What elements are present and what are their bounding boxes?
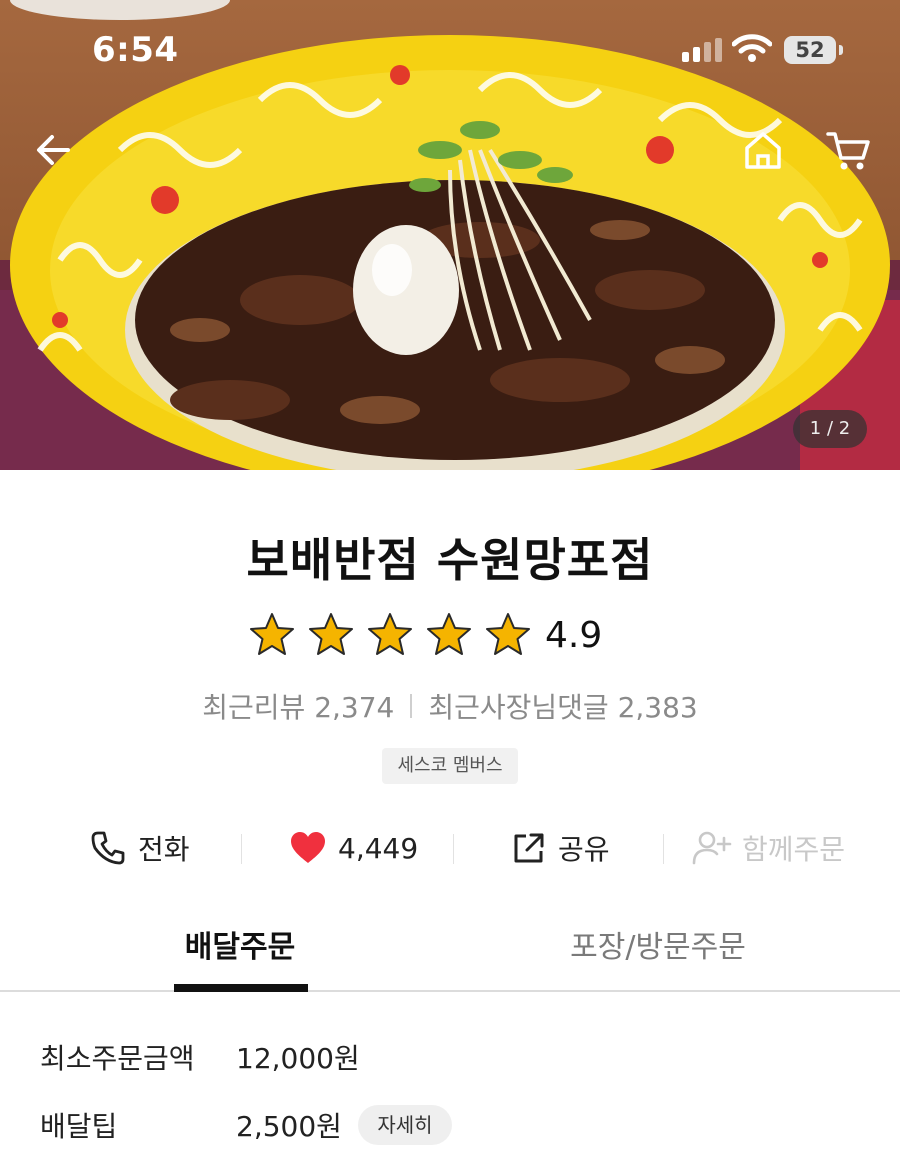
action-row: 전화 4,449 공유 함께주문 xyxy=(0,820,900,876)
share-label: 공유 xyxy=(558,833,610,866)
status-bar: 6:54 52 xyxy=(0,0,900,100)
image-page-indicator: 1 / 2 xyxy=(793,410,867,448)
add-user-icon xyxy=(692,831,732,865)
cesco-members-badge: 세스코 멤버스 xyxy=(382,748,518,784)
hero-image[interactable]: 6:54 52 1 / 2 xyxy=(0,0,900,470)
heart-icon xyxy=(291,832,325,863)
review-stats: 최근리뷰 2,374 최근사장님댓글 2,383 xyxy=(0,686,900,726)
recent-reviews-link[interactable]: 최근리뷰 2,374 xyxy=(202,686,394,726)
share-button[interactable]: 공유 xyxy=(512,820,610,876)
star-icon xyxy=(368,613,412,655)
cellular-signal-icon xyxy=(682,38,722,62)
group-order-label: 함께주문 xyxy=(742,833,846,866)
star-icon xyxy=(486,613,530,655)
star-icon xyxy=(427,613,471,655)
rating-value: 4.9 xyxy=(545,614,603,656)
delivery-tip-value: 2,500원 xyxy=(236,1110,342,1143)
tab-pickup[interactable]: 포장/방문주문 xyxy=(548,904,768,992)
home-icon[interactable] xyxy=(741,128,785,172)
min-order-value: 12,000원 xyxy=(236,1042,360,1075)
like-count: 4,449 xyxy=(338,831,419,865)
call-button[interactable]: 전화 xyxy=(90,820,190,876)
divider xyxy=(241,834,242,864)
wifi-icon xyxy=(732,34,772,62)
tip-detail-button[interactable]: 자세히 xyxy=(357,1105,452,1145)
star-icon xyxy=(250,613,294,655)
delivery-tip-label: 배달팁 xyxy=(40,1110,118,1143)
min-order-label: 최소주문금액 xyxy=(40,1042,195,1075)
clock: 6:54 xyxy=(92,30,179,70)
order-type-tabs: 배달주문 포장/방문주문 xyxy=(0,904,900,992)
phone-icon xyxy=(91,831,125,865)
call-label: 전화 xyxy=(138,833,190,866)
rating-row[interactable]: 4.9 xyxy=(248,610,602,660)
back-arrow-icon[interactable] xyxy=(32,128,76,172)
star-icon xyxy=(309,613,353,655)
owner-replies-link[interactable]: 최근사장님댓글 2,383 xyxy=(428,686,697,726)
like-button[interactable]: 4,449 xyxy=(290,820,418,876)
share-icon xyxy=(514,833,544,863)
min-order-row: 최소주문금액 12,000원 xyxy=(40,1034,360,1080)
tab-delivery[interactable]: 배달주문 xyxy=(150,904,330,992)
divider xyxy=(663,834,664,864)
active-tab-indicator xyxy=(174,984,308,992)
group-order-button[interactable]: 함께주문 xyxy=(692,820,845,876)
cart-icon[interactable] xyxy=(825,126,873,174)
store-name: 보배반점 수원망포점 xyxy=(246,533,654,587)
delivery-tip-row: 배달팁 2,500원 자세히 xyxy=(40,1102,452,1148)
battery-tip xyxy=(839,45,843,55)
divider xyxy=(453,834,454,864)
divider xyxy=(410,694,413,718)
battery-indicator: 52 xyxy=(784,36,836,64)
